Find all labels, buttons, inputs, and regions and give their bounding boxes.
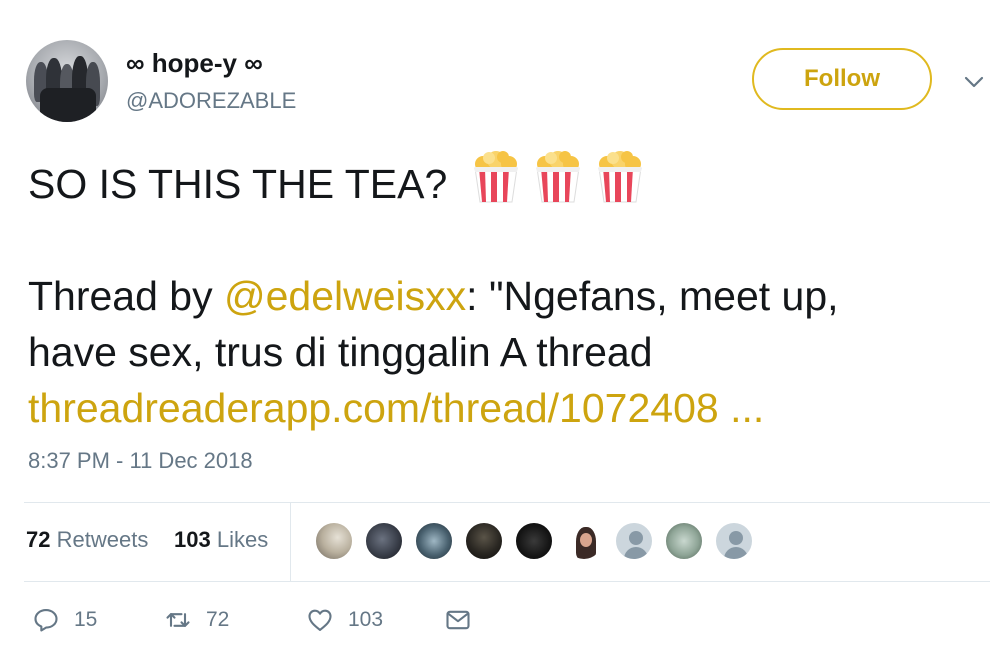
direct-message-button[interactable] bbox=[444, 606, 486, 634]
likes-stat-count: 103 bbox=[174, 527, 211, 552]
tweet-line-2: Thread by @edelweisxx: "Ngefans, meet up… bbox=[28, 268, 978, 324]
reply-count: 15 bbox=[74, 608, 98, 631]
popcorn-icon bbox=[598, 151, 642, 203]
mention-link[interactable]: @edelweisxx bbox=[224, 273, 466, 319]
tweet-line-1: SO IS THIS THE TEA? bbox=[28, 150, 978, 212]
display-name[interactable]: ∞ hope-y ∞ bbox=[126, 48, 263, 79]
retweet-icon bbox=[166, 613, 190, 627]
tweet-headline: SO IS THIS THE TEA? bbox=[28, 161, 448, 207]
liker-avatar[interactable] bbox=[464, 521, 504, 561]
thread-prefix: Thread by bbox=[28, 273, 224, 319]
tweet-timestamp[interactable]: 8:37 PM - 11 Dec 2018 bbox=[28, 448, 253, 474]
likes-stat[interactable]: 103 Likes bbox=[174, 527, 268, 553]
retweets-stat[interactable]: 72 Retweets bbox=[26, 527, 148, 553]
popcorn-icon bbox=[536, 151, 580, 203]
liker-avatar[interactable] bbox=[714, 521, 754, 561]
avatar[interactable] bbox=[26, 40, 108, 122]
like-button[interactable]: 103 bbox=[306, 606, 383, 634]
likes-stat-label: Likes bbox=[216, 527, 269, 552]
heart-icon bbox=[308, 609, 332, 631]
tweet-text: SO IS THIS THE TEA? Thread by @edelweisx… bbox=[28, 150, 978, 436]
liker-avatar[interactable] bbox=[364, 521, 404, 561]
message-icon bbox=[446, 610, 470, 630]
follow-button[interactable]: Follow bbox=[752, 48, 932, 110]
like-count: 103 bbox=[348, 608, 384, 631]
engagement-stats: 72 Retweets 103 Likes bbox=[24, 503, 990, 581]
liker-avatar[interactable] bbox=[664, 521, 704, 561]
popcorn-icon bbox=[474, 151, 518, 203]
liker-avatar[interactable] bbox=[564, 521, 604, 561]
liker-avatar[interactable] bbox=[414, 521, 454, 561]
liker-avatar[interactable] bbox=[314, 521, 354, 561]
liker-avatar[interactable] bbox=[614, 521, 654, 561]
tweet-actions: 15 72 103 bbox=[24, 600, 990, 646]
stats-divider bbox=[290, 503, 291, 581]
tweet-line-3: have sex, trus di tinggalin A thread bbox=[28, 329, 653, 375]
divider bbox=[24, 581, 990, 582]
thread-quote: : "Ngefans, meet up, bbox=[466, 273, 839, 319]
liker-avatar[interactable] bbox=[514, 521, 554, 561]
reply-button[interactable]: 15 bbox=[32, 606, 97, 634]
reply-icon bbox=[34, 609, 58, 632]
chevron-down-icon[interactable] bbox=[962, 70, 986, 94]
user-handle[interactable]: @ADOREZABLE bbox=[126, 88, 296, 114]
retweets-stat-count: 72 bbox=[26, 527, 51, 552]
thread-url-link[interactable]: threadreaderapp.com/thread/1072408 ... bbox=[28, 385, 764, 431]
retweet-button[interactable]: 72 bbox=[164, 606, 229, 634]
retweet-count: 72 bbox=[206, 608, 230, 631]
retweets-stat-label: Retweets bbox=[56, 527, 149, 552]
tweet-header: ∞ hope-y ∞ @ADOREZABLE Follow bbox=[24, 40, 990, 130]
